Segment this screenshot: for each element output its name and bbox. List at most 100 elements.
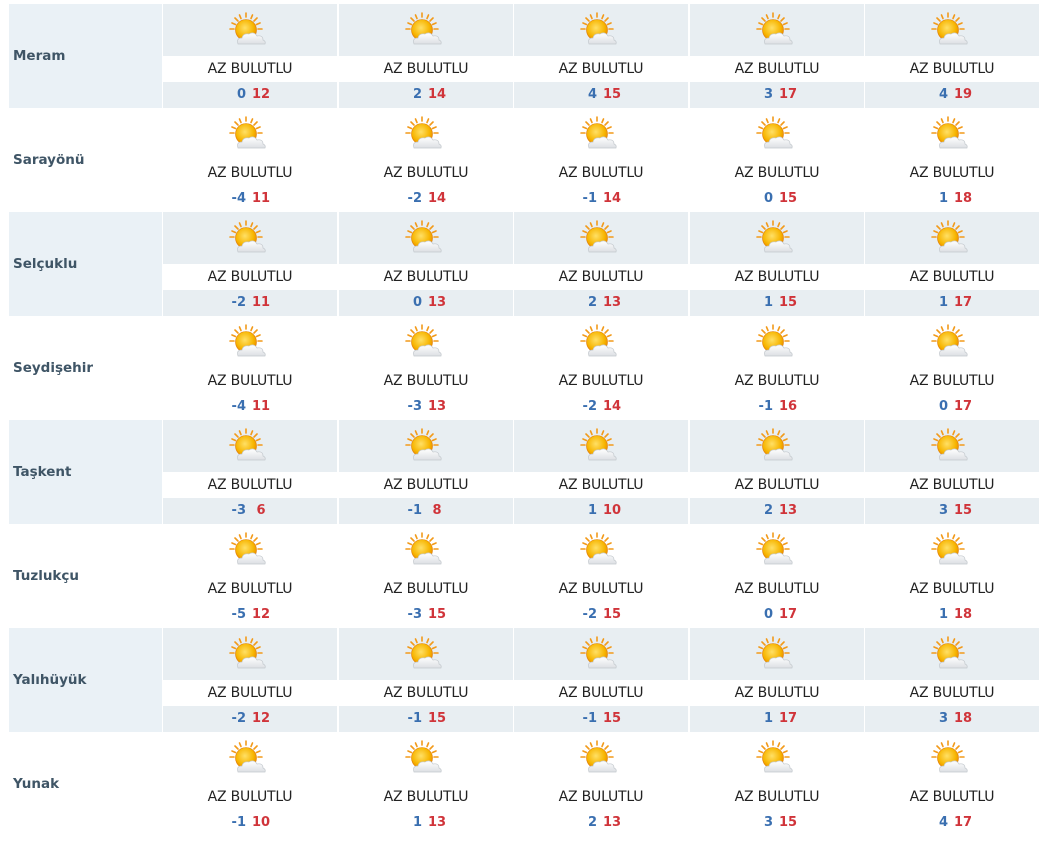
icon-cell <box>339 628 513 680</box>
condition-text: AZ BULUTLU <box>383 269 469 285</box>
partly-sunny-icon <box>931 531 971 571</box>
temperature-cell: -1 14 <box>514 186 688 212</box>
min-temperature: 2 <box>587 815 597 830</box>
day-forecast: AZ BULUTLU -1 14 <box>514 108 688 212</box>
temperature-cell: -2 15 <box>514 602 688 628</box>
day-forecast: AZ BULUTLU -4 11 <box>163 108 337 212</box>
condition-text: AZ BULUTLU <box>558 789 644 805</box>
partly-sunny-icon <box>405 323 445 363</box>
city-cell: Sarayönü <box>9 108 162 212</box>
max-temperature: 14 <box>427 191 447 206</box>
day-forecast: AZ BULUTLU 1 13 <box>339 732 513 836</box>
temperature-cell: 3 18 <box>865 706 1039 732</box>
icon-cell <box>514 4 688 56</box>
min-temperature: 2 <box>412 87 422 102</box>
forecast-row: Yunak AZ BULUTLU -1 10 AZ BULUTLU 1 13 AZ BULUT… <box>9 732 1041 836</box>
min-temperature: 2 <box>587 295 597 310</box>
max-temperature: 17 <box>953 815 973 830</box>
min-temperature: 1 <box>412 815 422 830</box>
max-temperature: 18 <box>953 607 973 622</box>
condition-text: AZ BULUTLU <box>207 269 293 285</box>
max-temperature: 13 <box>602 815 622 830</box>
day-forecast: AZ BULUTLU -3 6 <box>163 420 337 524</box>
partly-sunny-icon <box>580 115 620 155</box>
temperature-cell: -3 13 <box>339 394 513 420</box>
min-temperature: -2 <box>582 607 597 622</box>
min-temperature: 0 <box>412 295 422 310</box>
icon-cell <box>163 316 337 368</box>
day-forecast: AZ BULUTLU 3 18 <box>865 628 1039 732</box>
day-forecast: AZ BULUTLU -3 13 <box>339 316 513 420</box>
icon-cell <box>339 108 513 160</box>
condition-text: AZ BULUTLU <box>207 789 293 805</box>
day-forecast: AZ BULUTLU 3 15 <box>865 420 1039 524</box>
city-cell: Yunak <box>9 732 162 836</box>
partly-sunny-icon <box>756 531 796 571</box>
city-cell: Selçuklu <box>9 212 162 316</box>
partly-sunny-icon <box>931 427 971 467</box>
day-forecast: AZ BULUTLU 2 13 <box>514 732 688 836</box>
icon-cell <box>865 420 1039 472</box>
condition-text: AZ BULUTLU <box>207 165 293 181</box>
max-temperature: 16 <box>778 399 798 414</box>
min-temperature: 0 <box>938 399 948 414</box>
icon-cell <box>339 4 513 56</box>
max-temperature: 13 <box>427 295 447 310</box>
max-temperature: 15 <box>427 607 447 622</box>
icon-cell <box>514 732 688 784</box>
partly-sunny-icon <box>580 739 620 779</box>
condition-text: AZ BULUTLU <box>558 373 644 389</box>
max-temperature: 17 <box>953 399 973 414</box>
temperature-cell: -2 14 <box>514 394 688 420</box>
temperature-cell: 3 15 <box>865 498 1039 524</box>
condition-text: AZ BULUTLU <box>909 61 995 77</box>
icon-cell <box>163 732 337 784</box>
max-temperature: 12 <box>251 711 271 726</box>
condition-text: AZ BULUTLU <box>558 269 644 285</box>
min-temperature: -4 <box>231 191 246 206</box>
temperature-cell: 1 18 <box>865 186 1039 212</box>
day-forecast: AZ BULUTLU 1 15 <box>690 212 864 316</box>
icon-cell <box>514 212 688 264</box>
forecast-row: Sarayönü AZ BULUTLU -4 11 AZ BULUTLU -2 14 AZ B… <box>9 108 1041 212</box>
city-name: Taşkent <box>13 464 72 480</box>
min-temperature: -4 <box>231 399 246 414</box>
partly-sunny-icon <box>229 115 269 155</box>
partly-sunny-icon <box>756 115 796 155</box>
condition-text: AZ BULUTLU <box>558 61 644 77</box>
max-temperature: 13 <box>602 295 622 310</box>
min-temperature: 4 <box>938 815 948 830</box>
day-forecast: AZ BULUTLU 1 18 <box>865 524 1039 628</box>
condition-text: AZ BULUTLU <box>383 477 469 493</box>
icon-cell <box>865 212 1039 264</box>
partly-sunny-icon <box>405 739 445 779</box>
partly-sunny-icon <box>931 739 971 779</box>
icon-cell <box>163 420 337 472</box>
day-forecast: AZ BULUTLU 4 17 <box>865 732 1039 836</box>
max-temperature: 18 <box>953 191 973 206</box>
day-forecast: AZ BULUTLU -2 14 <box>339 108 513 212</box>
city-name: Selçuklu <box>13 256 78 272</box>
partly-sunny-icon <box>756 323 796 363</box>
icon-cell <box>690 628 864 680</box>
max-temperature: 6 <box>256 503 266 518</box>
temperature-cell: -1 15 <box>514 706 688 732</box>
icon-cell <box>690 732 864 784</box>
temperature-cell: -1 8 <box>339 498 513 524</box>
city-cell: Taşkent <box>9 420 162 524</box>
icon-cell <box>339 732 513 784</box>
min-temperature: 3 <box>763 815 773 830</box>
min-temperature: 1 <box>587 503 597 518</box>
icon-cell <box>690 420 864 472</box>
temperature-cell: 4 19 <box>865 82 1039 108</box>
min-temperature: -3 <box>407 399 422 414</box>
temperature-cell: 0 13 <box>339 290 513 316</box>
min-temperature: 1 <box>938 191 948 206</box>
day-forecast: AZ BULUTLU 1 17 <box>865 212 1039 316</box>
partly-sunny-icon <box>580 323 620 363</box>
condition-text: AZ BULUTLU <box>909 165 995 181</box>
temperature-cell: 0 17 <box>690 602 864 628</box>
partly-sunny-icon <box>405 531 445 571</box>
max-temperature: 17 <box>953 295 973 310</box>
condition-text: AZ BULUTLU <box>734 477 820 493</box>
